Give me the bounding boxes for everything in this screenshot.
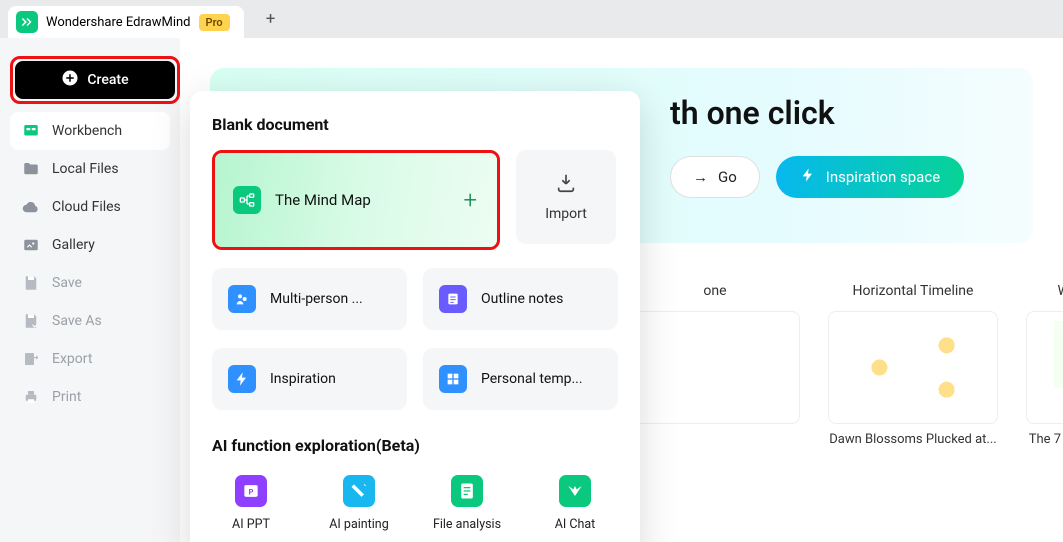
gallery-caption: The 7 Habits of Highly Effe... [1026,432,1063,447]
mindmap-icon [233,186,261,214]
sidebar: Create Workbench Local Files Cloud Files Ga… [0,38,180,542]
ai-icon [451,475,483,507]
sidebar-item-label: Cloud Files [52,199,121,215]
template-card-1[interactable]: Outline notes [423,268,618,330]
plus-circle-icon [61,69,79,91]
saveas-icon [22,312,40,330]
ai-icon [559,475,591,507]
import-label: Import [545,206,587,222]
gallery-caption: Dawn Blossoms Plucked at... [828,432,998,447]
mindmap-card[interactable]: The Mind Map + [215,153,497,247]
gallery-icon [22,236,40,254]
sidebar-item-label: Save [52,275,82,291]
workbench-icon [22,122,40,140]
sidebar-item-workbench[interactable]: Workbench [10,112,170,150]
ai-icon: P [235,475,267,507]
ai-label: AI painting [329,517,388,532]
app-tab[interactable]: Wondershare EdrawMind Pro [8,6,244,38]
gallery-thumbnail[interactable] [630,311,800,424]
sidebar-item-label: Workbench [52,123,122,139]
gallery-column: Horizontal Timeline Dawn Blossoms Plucked… [828,283,998,447]
app-logo-icon [16,11,38,33]
sidebar-item-label: Gallery [52,237,95,253]
import-card[interactable]: Import [516,150,616,244]
template-card-2[interactable]: Inspiration [212,348,407,410]
gallery-thumbnail[interactable] [1026,311,1063,424]
card-icon [228,365,256,393]
ai-label: AI Chat [555,517,596,532]
svg-text:P: P [249,487,254,496]
ai-item-ai-chat[interactable]: AI Chat [536,475,614,532]
print-icon [22,388,40,406]
gallery-thumbnail[interactable] [828,311,998,424]
ai-label: File analysis [433,517,501,532]
sidebar-item-label: Save As [52,313,102,329]
ai-item-ai-ppt[interactable]: P AI PPT [212,475,290,532]
create-button[interactable]: Create [15,61,175,99]
import-icon [555,172,577,198]
template-card-0[interactable]: Multi-person ... [212,268,407,330]
bolt-icon [800,167,816,187]
sidebar-item-gallery[interactable]: Gallery [10,226,170,264]
arrow-right-icon: → [693,168,708,186]
export-icon [22,350,40,368]
sidebar-item-local-files[interactable]: Local Files [10,150,170,188]
template-card-3[interactable]: Personal temp... [423,348,618,410]
gallery-category-label: Horizontal Timeline [828,283,998,299]
create-flyout: Blank document The Mind Map + Import Mul… [190,91,640,542]
plus-icon: + [463,186,477,214]
plus-icon: + [266,9,276,29]
sidebar-item-label: Local Files [52,161,119,177]
save-icon [22,274,40,292]
gallery-column: one [630,283,800,447]
sidebar-item-export[interactable]: Export [10,340,170,378]
inspiration-label: Inspiration space [826,168,940,186]
cloud-icon [22,198,40,216]
card-label: Multi-person ... [270,291,363,307]
sidebar-item-cloud-files[interactable]: Cloud Files [10,188,170,226]
pro-badge: Pro [199,14,230,31]
sidebar-item-save-as[interactable]: Save As [10,302,170,340]
card-icon [439,285,467,313]
gallery-category-label: Winding Timeline [1026,283,1063,299]
titlebar: Wondershare EdrawMind Pro + [0,0,1063,38]
go-button[interactable]: → Go [670,156,760,198]
mindmap-label: The Mind Map [275,191,371,209]
app-name: Wondershare EdrawMind [46,15,191,30]
sidebar-item-save[interactable]: Save [10,264,170,302]
ai-label: AI PPT [232,517,270,532]
new-tab-button[interactable]: + [256,4,286,34]
sidebar-item-label: Export [52,351,92,367]
ai-icon [343,475,375,507]
inspiration-space-button[interactable]: Inspiration space [776,156,964,198]
card-label: Personal temp... [481,371,583,387]
folder-icon [22,160,40,178]
mindmap-highlight-box: The Mind Map + [212,150,500,250]
create-label: Create [87,72,128,88]
go-label: Go [718,168,737,186]
sidebar-item-print[interactable]: Print [10,378,170,416]
card-label: Inspiration [270,371,336,387]
create-highlight-box: Create [10,56,180,104]
card-icon [439,365,467,393]
ai-section-title: AI function exploration(Beta) [212,436,618,455]
ai-item-ai-painting[interactable]: AI painting [320,475,398,532]
gallery-column: Winding Timeline The 7 Habits of Highly E… [1026,283,1063,447]
card-icon [228,285,256,313]
ai-item-file-analysis[interactable]: File analysis [428,475,506,532]
gallery-category-label: one [630,283,800,299]
sidebar-item-label: Print [52,389,81,405]
card-label: Outline notes [481,291,563,307]
blank-document-title: Blank document [212,115,618,134]
template-gallery: one Horizontal Timeline Dawn Blossoms Pluc… [630,283,1033,447]
